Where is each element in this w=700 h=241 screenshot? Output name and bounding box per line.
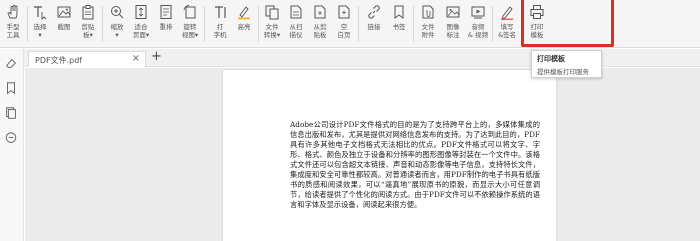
media-icon xyxy=(471,6,485,19)
bookmark-button[interactable]: 书签 xyxy=(386,3,412,47)
sidebar-bookmarks-button[interactable] xyxy=(4,80,20,96)
fit-page-button[interactable]: 适合 页面▾ xyxy=(128,3,154,47)
print-template-tooltip: 打印模板 提供模板打印服务 xyxy=(531,50,602,78)
comment-icon xyxy=(5,132,17,143)
rotate-view-label: 旋转 视图▾ xyxy=(181,23,199,39)
image-annotation-button[interactable]: 图像 标注 xyxy=(440,3,466,47)
image-annotation-label: 图像 标注 xyxy=(446,23,460,39)
page-body-text: Adobe公司设计PDF文件格式的目的是为了支持跨平台上的，多媒体集成的信息出版… xyxy=(290,120,540,209)
fill-sign-button[interactable]: 填写 &签名 xyxy=(494,3,520,47)
blank-page-icon xyxy=(338,5,350,19)
rotate-icon xyxy=(183,5,196,19)
link-icon xyxy=(368,5,380,19)
image-icon xyxy=(57,6,71,18)
bookmark-label: 书签 xyxy=(392,23,406,31)
paste-page-icon xyxy=(314,5,326,19)
separator xyxy=(492,6,493,42)
zoom-label: 缩放 ▾ xyxy=(110,23,124,39)
highlight-label: 高亮 xyxy=(237,23,251,31)
tooltip-title: 打印模板 xyxy=(537,55,565,63)
sidebar-edit-button[interactable] xyxy=(4,55,20,71)
pdf-page: Adobe公司设计PDF文件格式的目的是为了支持跨平台上的，多媒体集成的信息出版… xyxy=(223,70,556,241)
fit-page-icon xyxy=(135,5,147,19)
reflow-icon xyxy=(160,5,172,19)
clipboard-label: 剪贴 板▾ xyxy=(81,23,95,39)
image-annotation-icon xyxy=(446,6,460,18)
separator xyxy=(413,6,414,42)
from-clipboard-label: 从剪 贴板 xyxy=(313,23,327,39)
new-tab-button[interactable]: + xyxy=(151,49,162,65)
highlighter-icon xyxy=(238,6,250,20)
left-sidebar xyxy=(0,49,24,241)
file-convert-button[interactable]: 文件 转换▾ xyxy=(259,3,285,47)
tab-title: PDF文件.pdf xyxy=(35,56,83,65)
hand-icon xyxy=(7,5,18,19)
clipboard-icon xyxy=(82,5,94,20)
typewriter-label: 打 字机 xyxy=(213,23,227,39)
file-attachment-label: 文件 附件 xyxy=(421,23,435,39)
from-scanner-label: 从扫 描仪 xyxy=(289,23,303,39)
tooltip-description: 提供模板打印服务 xyxy=(537,68,589,76)
audio-video-label: 音频 & 视频 xyxy=(467,23,489,39)
zoom-button[interactable]: 缩放 ▾ xyxy=(104,3,130,47)
separator xyxy=(204,6,205,42)
pen-sign-icon xyxy=(501,6,513,20)
file-convert-icon xyxy=(265,5,279,20)
highlight-frame xyxy=(521,0,614,47)
bookmark-icon xyxy=(394,5,404,19)
select-button[interactable]: 选择 ▾ xyxy=(27,3,53,47)
rotate-view-button[interactable]: 旋转 视图▾ xyxy=(177,3,203,47)
bookmark-icon xyxy=(7,82,15,95)
fill-sign-label: 填写 &签名 xyxy=(497,23,517,39)
zoom-in-icon xyxy=(111,6,124,19)
separator xyxy=(358,6,359,42)
tab-pdf-file[interactable]: PDF文件.pdf × xyxy=(28,51,146,67)
link-label: 链接 xyxy=(367,23,381,31)
sidebar-comments-button[interactable] xyxy=(4,130,20,146)
screenshot-label: 截图 xyxy=(57,23,71,31)
scanner-icon xyxy=(290,5,302,19)
audio-video-button[interactable]: 音频 & 视频 xyxy=(465,3,491,47)
document-canvas[interactable]: Adobe公司设计PDF文件格式的目的是为了支持跨平台上的，多媒体集成的信息出版… xyxy=(25,68,700,241)
typewriter-button[interactable]: 打 字机 xyxy=(207,3,233,47)
pages-icon xyxy=(6,107,16,119)
highlight-button[interactable]: 高亮 xyxy=(231,3,257,47)
tab-close-button[interactable]: × xyxy=(132,53,140,64)
file-attachment-button[interactable]: 文件 附件 xyxy=(415,3,441,47)
eraser-icon xyxy=(6,58,16,68)
text-select-icon xyxy=(34,6,47,20)
fit-page-label: 适合 页面▾ xyxy=(132,23,150,39)
attachment-icon xyxy=(422,5,434,19)
separator xyxy=(102,6,103,42)
sidebar-pages-button[interactable] xyxy=(4,105,20,121)
reflow-label: 重排 xyxy=(159,23,173,31)
from-clipboard-button[interactable]: 从剪 贴板 xyxy=(307,3,333,47)
clipboard-button[interactable]: 剪贴 板▾ xyxy=(75,3,101,47)
typewriter-icon xyxy=(215,6,226,18)
from-scanner-button[interactable]: 从扫 描仪 xyxy=(283,3,309,47)
link-button[interactable]: 链接 xyxy=(361,3,387,47)
screenshot-button[interactable]: 截图 xyxy=(51,3,77,47)
hand-tool-label: 手型 工具 xyxy=(6,23,20,39)
hand-tool-button[interactable]: 手型 工具 xyxy=(0,3,26,47)
blank-page-button[interactable]: 空 白页 xyxy=(331,3,357,47)
select-label: 选择 ▾ xyxy=(33,23,47,39)
blank-page-label: 空 白页 xyxy=(337,23,351,39)
reflow-button[interactable]: 重排 xyxy=(153,3,179,47)
file-convert-label: 文件 转换▾ xyxy=(263,23,281,39)
